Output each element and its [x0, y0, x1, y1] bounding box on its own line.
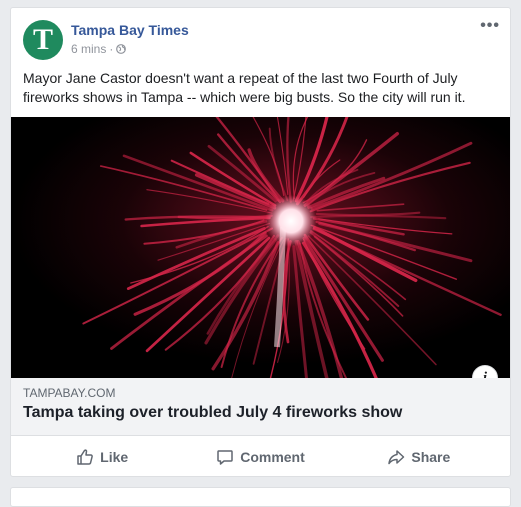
comment-button[interactable]: Comment: [181, 448, 339, 466]
post-text: Mayor Jane Castor doesn't want a repeat …: [23, 70, 466, 105]
share-button[interactable]: Share: [340, 448, 498, 466]
page-name-link[interactable]: Tampa Bay Times: [71, 22, 189, 38]
thumbs-up-icon: [77, 449, 94, 465]
next-post-card: [10, 487, 511, 507]
meta-separator: ·: [109, 42, 114, 56]
link-preview[interactable]: TAMPABAY.COM Tampa taking over troubled …: [11, 378, 510, 436]
action-bar: Like Comment Share: [23, 442, 498, 472]
share-icon: [388, 450, 405, 465]
fireworks-image: [11, 117, 510, 378]
post-meta: 6 mins ·: [71, 42, 127, 56]
globe-icon[interactable]: [116, 44, 127, 54]
avatar[interactable]: T: [23, 20, 63, 60]
post-time[interactable]: 6 mins: [71, 42, 106, 56]
avatar-letter: T: [32, 23, 53, 56]
more-options-button[interactable]: •••: [480, 18, 500, 34]
like-label: Like: [100, 449, 129, 465]
link-domain: TAMPABAY.COM: [23, 386, 116, 400]
link-title[interactable]: Tampa taking over troubled July 4 firewo…: [23, 404, 402, 422]
comment-icon: [217, 450, 233, 465]
post-card: T Tampa Bay Times 6 mins · ••• Mayor Jan…: [10, 7, 511, 477]
like-button[interactable]: Like: [23, 448, 181, 466]
share-label: Share: [411, 449, 451, 465]
link-image[interactable]: [11, 117, 510, 378]
comment-label: Comment: [240, 449, 305, 465]
